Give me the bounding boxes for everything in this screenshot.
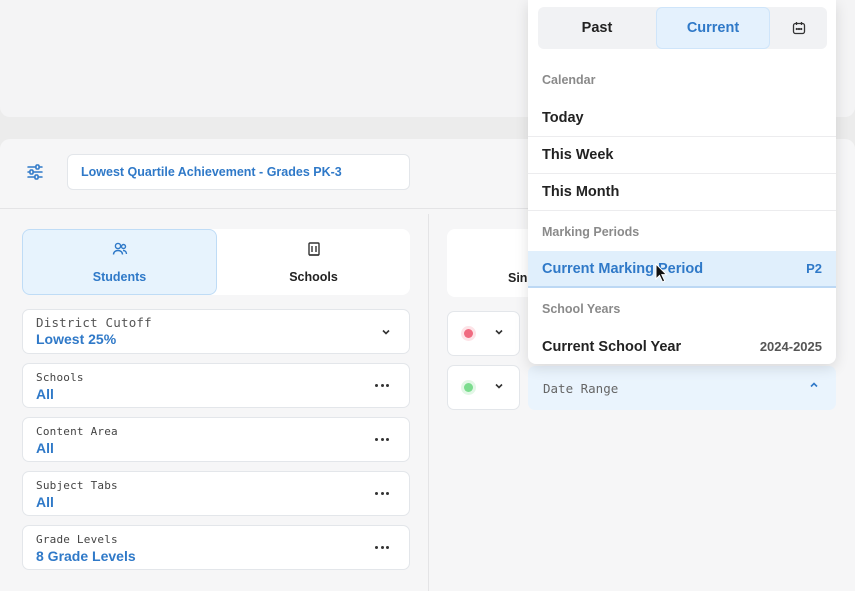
more-options-icon[interactable]: [375, 546, 389, 550]
single-toggle-button[interactable]: [447, 229, 537, 297]
report-title-field[interactable]: Lowest Quartile Achievement - Grades PK-…: [67, 154, 410, 190]
option-this-week[interactable]: This Week: [528, 136, 836, 173]
status-color-select-green[interactable]: [447, 365, 520, 410]
more-options-icon[interactable]: [375, 492, 389, 496]
calendar-section-header: Calendar: [542, 73, 596, 87]
report-title: Lowest Quartile Achievement - Grades PK-…: [81, 165, 342, 179]
option-this-month-label: This Month: [542, 183, 620, 200]
mouse-cursor-icon: [655, 262, 669, 283]
more-options-icon[interactable]: [375, 438, 389, 442]
chevron-up-icon: [809, 379, 819, 393]
view-toggle: Students Schools: [22, 229, 410, 295]
more-options-icon[interactable]: [375, 384, 389, 388]
users-icon: [112, 241, 128, 260]
district-cutoff-value: Lowest 25%: [36, 331, 117, 347]
grade-levels-filter-value: 8 Grade Levels: [36, 548, 136, 564]
option-today[interactable]: Today: [528, 99, 836, 136]
school-year-range: 2024-2025: [759, 339, 822, 354]
chevron-down-icon: [381, 325, 391, 340]
filter-settings-icon[interactable]: [27, 164, 43, 180]
calendar-icon[interactable]: [770, 7, 827, 49]
grade-levels-filter[interactable]: Grade Levels 8 Grade Levels: [22, 525, 410, 570]
schools-filter-value: All: [36, 386, 54, 402]
students-toggle-button[interactable]: Students: [22, 229, 217, 295]
subject-tabs-filter-label: Subject Tabs: [36, 479, 118, 492]
option-today-label: Today: [542, 109, 584, 126]
content-area-filter-value: All: [36, 440, 54, 456]
grade-levels-filter-label: Grade Levels: [36, 533, 118, 546]
date-range-select[interactable]: Date Range: [528, 366, 836, 410]
option-current-marking-period[interactable]: Current Marking Period P2: [528, 251, 836, 288]
divider: [528, 210, 836, 211]
content-area-filter[interactable]: Content Area All: [22, 417, 410, 462]
option-this-month[interactable]: This Month: [528, 173, 836, 210]
past-segment[interactable]: Past: [538, 7, 656, 49]
option-this-week-label: This Week: [542, 146, 614, 163]
chevron-down-icon: [494, 380, 504, 394]
schools-toggle-label: Schools: [289, 269, 338, 284]
green-status-dot: [464, 383, 473, 392]
content-area-filter-label: Content Area: [36, 425, 118, 438]
date-range-label: Date Range: [543, 381, 619, 396]
schools-toggle-button[interactable]: Schools: [217, 229, 410, 295]
column-divider: [428, 214, 429, 591]
option-current-school-year-label: Current School Year: [542, 338, 682, 355]
marking-period-code: P2: [806, 261, 822, 276]
school-years-section-header: School Years: [542, 302, 621, 316]
district-cutoff-label: District Cutoff: [36, 315, 152, 330]
header-divider: [0, 208, 528, 209]
period-segmented-control: Past Current: [538, 7, 827, 49]
students-toggle-label: Students: [92, 269, 147, 284]
date-range-dropdown: Past Current Calendar Today This Week Th…: [528, 0, 836, 364]
subject-tabs-filter-value: All: [36, 494, 54, 510]
current-segment[interactable]: Current: [656, 7, 770, 49]
schools-filter[interactable]: Schools All: [22, 363, 410, 408]
school-building-icon: [306, 241, 322, 260]
chevron-down-icon: [494, 326, 504, 340]
option-current-marking-period-label: Current Marking Period: [542, 260, 704, 277]
red-status-dot: [464, 329, 473, 338]
schools-filter-label: Schools: [36, 371, 84, 384]
status-color-select-red[interactable]: [447, 311, 520, 356]
marking-periods-section-header: Marking Periods: [542, 225, 640, 239]
district-cutoff-select[interactable]: District Cutoff Lowest 25%: [22, 309, 410, 354]
option-current-school-year[interactable]: Current School Year 2024-2025: [528, 328, 836, 365]
subject-tabs-filter[interactable]: Subject Tabs All: [22, 471, 410, 516]
